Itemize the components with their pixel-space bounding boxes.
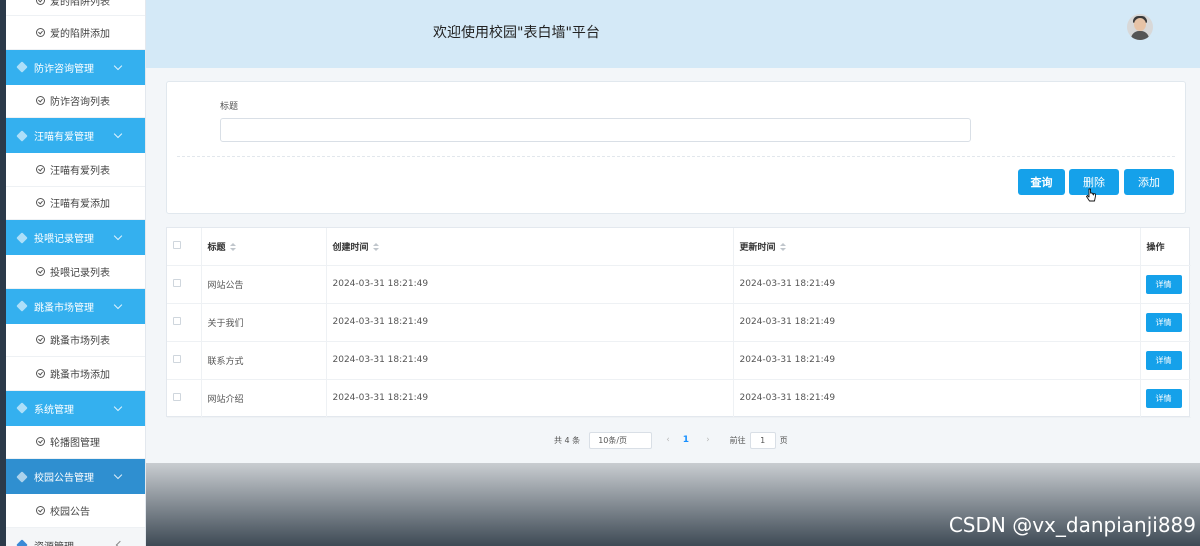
table-row: 关于我们 2024-03-31 18:21:49 2024-03-31 18:2…	[167, 303, 1191, 342]
chevron-down-icon	[113, 129, 123, 139]
sidebar-group-resources[interactable]: 资源管理	[6, 527, 145, 546]
detail-button[interactable]: 详情	[1145, 350, 1182, 370]
table-row: 网站公告 2024-03-31 18:21:49 2024-03-31 18:2…	[167, 265, 1191, 304]
goto-label: 前往	[729, 435, 746, 445]
column-header-title[interactable]: 标题	[200, 228, 326, 266]
sidebar-group-feeding[interactable]: 投喂记录管理	[6, 220, 145, 255]
detail-button[interactable]: 详情	[1145, 274, 1182, 294]
check-circle-icon	[36, 266, 45, 276]
sidebar-group-system[interactable]: 系统管理	[6, 390, 145, 426]
data-table-panel: 标题 创建时间 更新时间 操作 网站公告 2024-03-31 18:21:49…	[166, 227, 1191, 418]
sidebar-item-fraud-list[interactable]: 防诈咨询列表	[6, 84, 145, 118]
diamond-icon	[16, 539, 28, 546]
current-page[interactable]: 1	[683, 435, 689, 445]
cell-updated: 2024-03-31 18:21:49	[732, 379, 1140, 418]
chevron-down-icon	[113, 231, 123, 241]
cell-updated: 2024-03-31 18:21:49	[732, 303, 1140, 342]
sidebar-group-market[interactable]: 跳蚤市场管理	[6, 288, 145, 324]
cell-updated: 2024-03-31 18:21:49	[732, 265, 1140, 304]
divider	[177, 156, 1175, 157]
cell-title: 网站介绍	[200, 379, 326, 418]
sidebar-item-pets-add[interactable]: 汪喵有爱添加	[6, 186, 145, 220]
page-title: 欢迎使用校园"表白墙"平台	[433, 25, 600, 41]
sort-icon[interactable]	[779, 242, 786, 252]
check-circle-icon	[36, 368, 45, 378]
table-row: 联系方式 2024-03-31 18:21:49 2024-03-31 18:2…	[167, 341, 1191, 380]
column-header-created[interactable]: 创建时间	[325, 228, 733, 266]
sidebar-group-fraud[interactable]: 防诈咨询管理	[6, 49, 145, 85]
diamond-icon	[16, 129, 28, 142]
select-all-checkbox[interactable]	[173, 240, 181, 249]
chevron-down-icon	[113, 402, 123, 411]
title-field-label: 标题	[220, 102, 239, 112]
detail-button[interactable]: 详情	[1145, 312, 1182, 332]
sidebar-group-pets[interactable]: 汪喵有爱管理	[6, 118, 145, 153]
sidebar-item-market-add[interactable]: 跳蚤市场添加	[6, 357, 145, 391]
total-count: 共 4 条	[554, 435, 581, 445]
title-search-input[interactable]	[220, 118, 971, 142]
chevron-down-icon	[113, 61, 123, 70]
check-circle-icon	[36, 164, 45, 174]
sort-icon[interactable]	[372, 242, 379, 252]
detail-button[interactable]: 详情	[1145, 388, 1182, 408]
select-all-cell[interactable]	[167, 228, 201, 266]
chevron-left-icon	[115, 540, 125, 546]
cell-created: 2024-03-31 18:21:49	[325, 303, 733, 342]
check-circle-icon	[36, 335, 45, 345]
avatar[interactable]	[1127, 14, 1153, 40]
sidebar-item-market-list[interactable]: 跳蚤市场列表	[6, 323, 145, 357]
diamond-icon	[16, 231, 28, 244]
add-button[interactable]: 添加	[1124, 169, 1174, 195]
cell-created: 2024-03-31 18:21:49	[325, 265, 733, 304]
chevron-down-icon	[113, 300, 123, 309]
top-header: 欢迎使用校园"表白墙"平台	[146, 0, 1200, 68]
column-header-updated[interactable]: 更新时间	[732, 228, 1140, 266]
check-circle-icon	[36, 0, 45, 5]
chevron-down-icon	[113, 470, 123, 480]
sidebar-item-trap-list[interactable]: 爱的陷阱列表	[6, 0, 145, 16]
row-checkbox[interactable]	[173, 278, 181, 287]
row-checkbox[interactable]	[173, 354, 181, 363]
query-button[interactable]: 查询	[1018, 169, 1065, 195]
sidebar-item-pets-list[interactable]: 汪喵有爱列表	[6, 153, 145, 187]
cell-title: 网站公告	[200, 265, 326, 304]
diamond-icon	[16, 470, 28, 483]
diamond-icon	[16, 300, 28, 312]
search-panel: 标题 查询 删除 添加	[166, 81, 1186, 214]
data-table: 标题 创建时间 更新时间 操作 网站公告 2024-03-31 18:21:49…	[167, 228, 1191, 418]
sidebar-item-notice[interactable]: 校园公告	[6, 494, 145, 528]
cell-title: 联系方式	[200, 341, 326, 380]
page-size-select[interactable]: 10条/页	[589, 431, 653, 449]
check-circle-icon	[36, 505, 45, 515]
check-circle-icon	[36, 96, 45, 106]
sidebar-item-carousel[interactable]: 轮播图管理	[6, 425, 145, 459]
pagination: 共 4 条 10条/页 ‹ 1 › 前往 1 页	[554, 431, 788, 449]
check-circle-icon	[36, 27, 45, 37]
cell-created: 2024-03-31 18:21:49	[325, 379, 733, 418]
diamond-icon	[16, 61, 28, 73]
next-page-button[interactable]: ›	[706, 435, 710, 445]
check-circle-icon	[36, 198, 45, 208]
column-header-actions: 操作	[1139, 228, 1191, 266]
diamond-icon	[16, 402, 28, 414]
goto-page-input[interactable]: 1	[749, 431, 776, 449]
cell-updated: 2024-03-31 18:21:49	[732, 341, 1140, 380]
page-unit-label: 页	[779, 435, 788, 445]
sidebar-item-feeding-list[interactable]: 投喂记录列表	[6, 255, 145, 289]
mouse-pointer-icon	[1086, 188, 1096, 202]
sort-icon[interactable]	[229, 242, 236, 252]
watermark: CSDN @vx_danpianji889	[948, 513, 1196, 537]
sidebar: 爱的陷阱列表 爱的陷阱添加 防诈咨询管理 防诈咨询列表 汪喵有爱管理 汪喵有爱列…	[6, 0, 146, 546]
table-row: 网站介绍 2024-03-31 18:21:49 2024-03-31 18:2…	[167, 379, 1191, 418]
sidebar-item-trap-add[interactable]: 爱的陷阱添加	[6, 16, 145, 50]
sidebar-group-notice[interactable]: 校园公告管理	[6, 459, 145, 494]
cell-created: 2024-03-31 18:21:49	[325, 341, 733, 380]
row-checkbox[interactable]	[173, 392, 181, 401]
table-header-row: 标题 创建时间 更新时间 操作	[167, 228, 1191, 266]
cell-title: 关于我们	[200, 303, 326, 342]
row-checkbox[interactable]	[173, 316, 181, 325]
prev-page-button[interactable]: ‹	[666, 435, 670, 445]
check-circle-icon	[36, 437, 45, 447]
